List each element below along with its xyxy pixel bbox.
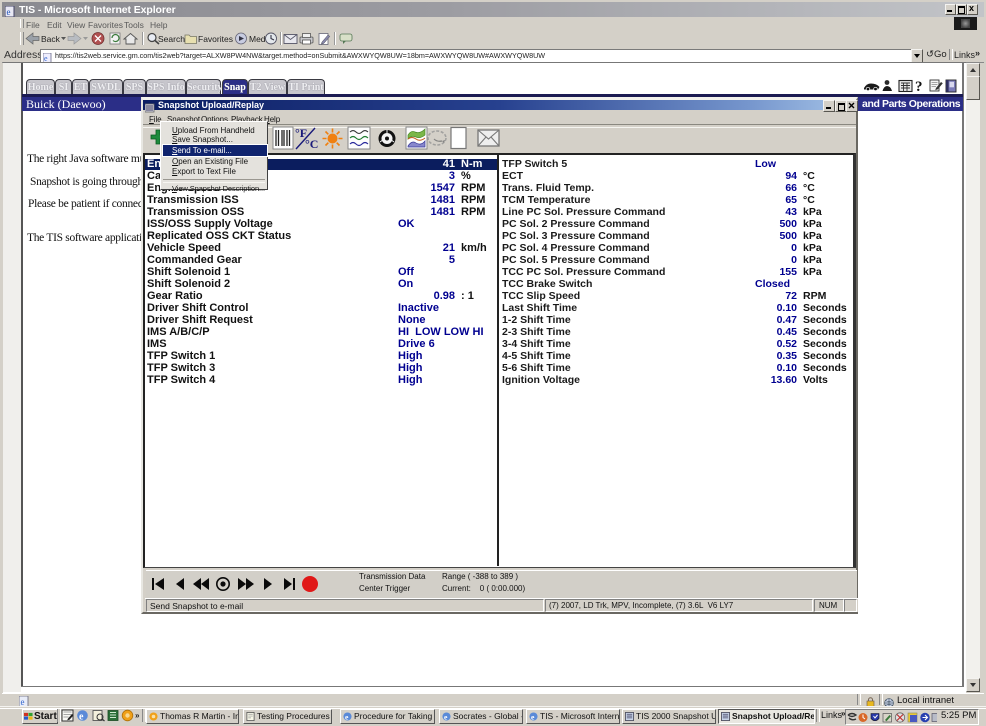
svg-text:e: e bbox=[7, 7, 11, 17]
svg-text:e: e bbox=[79, 712, 84, 723]
svg-text:Back: Back bbox=[41, 34, 61, 44]
svg-text:Search: Search bbox=[158, 34, 185, 44]
svg-text:Favorites: Favorites bbox=[198, 34, 233, 44]
svg-text:»: » bbox=[135, 711, 140, 720]
svg-text:?: ? bbox=[915, 79, 923, 95]
svg-text:°C: °C bbox=[305, 137, 318, 151]
